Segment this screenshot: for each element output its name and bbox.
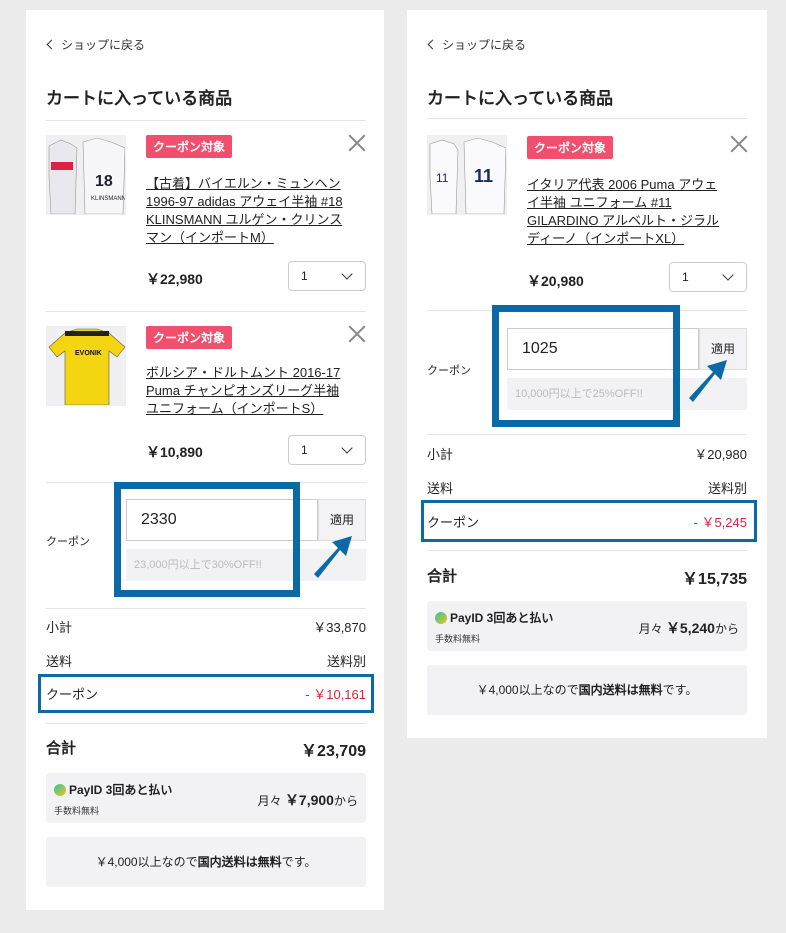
payid-logo: PayID 3回あと払い	[54, 781, 172, 798]
highlight-box	[492, 305, 680, 427]
shipping-note-pre: ￥4,000以上なので	[476, 683, 579, 697]
total-label: 合計	[427, 568, 458, 585]
remove-item-icon[interactable]	[730, 135, 748, 153]
coupon-eligible-badge: クーポン対象	[146, 135, 233, 158]
monthly-suffix: から	[333, 794, 358, 808]
svg-text:EVONIK: EVONIK	[75, 350, 102, 357]
total-value: ￥15,735	[682, 571, 747, 588]
quantity-select[interactable]: 1	[288, 435, 366, 465]
product-thumbnail[interactable]: 11 11	[427, 135, 507, 215]
subtotal-label: 小計	[46, 620, 73, 635]
svg-text:KLINSMANN: KLINSMANN	[91, 196, 126, 202]
cart-panel-left: ショップに戻る カートに入っている商品 18 KLINSMANN クーポン対象 …	[26, 10, 384, 910]
divider	[46, 120, 366, 121]
shipping-note-post: です。	[662, 683, 698, 697]
chevron-left-icon	[427, 39, 438, 50]
svg-text:11: 11	[474, 166, 493, 186]
product-name-link[interactable]: イタリア代表 2006 Puma アウェイ半袖 ユニフォーム #11 GILAR…	[527, 176, 727, 248]
chevron-down-icon	[341, 268, 353, 280]
pointer-arrow-icon	[689, 360, 727, 402]
divider	[427, 434, 747, 435]
payid-monthly-amount: 月々 ￥7,900から	[258, 790, 358, 810]
product-thumbnail[interactable]: 18 KLINSMANN	[46, 135, 126, 215]
shipping-note-bold: 国内送料は無料	[197, 855, 282, 869]
payid-monthly-amount: 月々 ￥5,240から	[639, 618, 739, 638]
svg-text:11: 11	[436, 171, 449, 185]
shipping-value: 送料別	[707, 481, 747, 496]
subtotal-value: ￥20,980	[694, 447, 747, 462]
chevron-down-icon	[722, 269, 734, 281]
divider	[46, 723, 366, 724]
shipping-note-bold: 国内送料は無料	[578, 683, 663, 697]
payid-logo-text: PayID 3回あと払い	[69, 783, 173, 797]
highlight-box	[114, 482, 300, 597]
shipping-value: 送料別	[326, 654, 366, 669]
divider	[427, 118, 747, 119]
remove-item-icon[interactable]	[348, 325, 366, 343]
back-to-shop-link[interactable]: ショップに戻る	[427, 36, 526, 53]
quantity-value: 1	[301, 269, 308, 283]
pointer-arrow-icon	[314, 536, 352, 578]
product-name-link[interactable]: ボルシア・ドルトムント 2016-17 Puma チャンピオンズリーグ半袖 ユニ…	[146, 364, 346, 418]
subtotal-label: 小計	[427, 447, 454, 462]
payid-logo-text: PayID 3回あと払い	[450, 611, 554, 625]
coupon-label: クーポン	[46, 536, 90, 548]
coupon-label: クーポン	[427, 365, 471, 377]
subtotal-value: ￥33,870	[313, 620, 366, 635]
monthly-value: ￥7,900	[284, 792, 334, 808]
chevron-left-icon	[46, 39, 57, 50]
cart-panel-right: ショップに戻る カートに入っている商品 11 11 クーポン対象 イタリア代表 …	[407, 10, 767, 738]
free-shipping-note: ￥4,000以上なので国内送料は無料です。	[427, 665, 747, 715]
product-price: ￥22,980	[146, 271, 203, 287]
shipping-note-post: です。	[281, 855, 317, 869]
payid-logo-icon	[54, 783, 66, 796]
monthly-prefix: 月々	[257, 794, 282, 808]
payid-installment-box[interactable]: PayID 3回あと払い 手数料無料 月々 ￥7,900から	[46, 773, 366, 823]
divider	[46, 311, 366, 312]
page-title: カートに入っている商品	[46, 89, 233, 108]
page-title: カートに入っている商品	[427, 89, 614, 108]
payid-installment-box[interactable]: PayID 3回あと払い 手数料無料 月々 ￥5,240から	[427, 601, 747, 651]
back-label: ショップに戻る	[61, 38, 146, 52]
shipping-note-pre: ￥4,000以上なので	[95, 855, 198, 869]
shipping-label: 送料	[427, 481, 454, 496]
product-thumbnail[interactable]: EVONIK	[46, 326, 126, 406]
shipping-label: 送料	[46, 654, 73, 669]
divider	[46, 608, 366, 609]
quantity-select[interactable]: 1	[288, 261, 366, 291]
highlight-box	[38, 674, 374, 713]
product-price: ￥10,890	[146, 444, 203, 460]
coupon-eligible-badge: クーポン対象	[146, 326, 233, 349]
monthly-value: ￥5,240	[665, 620, 715, 636]
monthly-prefix: 月々	[638, 622, 663, 636]
product-price: ￥20,980	[527, 273, 584, 289]
coupon-eligible-badge: クーポン対象	[527, 136, 614, 159]
back-to-shop-link[interactable]: ショップに戻る	[46, 36, 145, 53]
highlight-box	[421, 500, 757, 542]
back-label: ショップに戻る	[442, 38, 527, 52]
product-name-link[interactable]: 【古着】バイエルン・ミュンヘン 1996-97 adidas アウェイ半袖 #1…	[146, 175, 346, 247]
quantity-select[interactable]: 1	[669, 262, 747, 292]
payid-logo: PayID 3回あと払い	[435, 609, 553, 626]
payid-fee-note: 手数料無料	[435, 634, 481, 644]
chevron-down-icon	[341, 442, 353, 454]
free-shipping-note: ￥4,000以上なので国内送料は無料です。	[46, 837, 366, 887]
monthly-suffix: から	[714, 622, 739, 636]
quantity-value: 1	[682, 270, 689, 284]
payid-logo-icon	[435, 611, 447, 624]
svg-text:18: 18	[95, 173, 113, 190]
total-value: ￥23,709	[301, 743, 366, 760]
payid-fee-note: 手数料無料	[54, 806, 100, 816]
remove-item-icon[interactable]	[348, 134, 366, 152]
quantity-value: 1	[301, 443, 308, 457]
divider	[427, 550, 747, 551]
total-label: 合計	[46, 740, 77, 757]
